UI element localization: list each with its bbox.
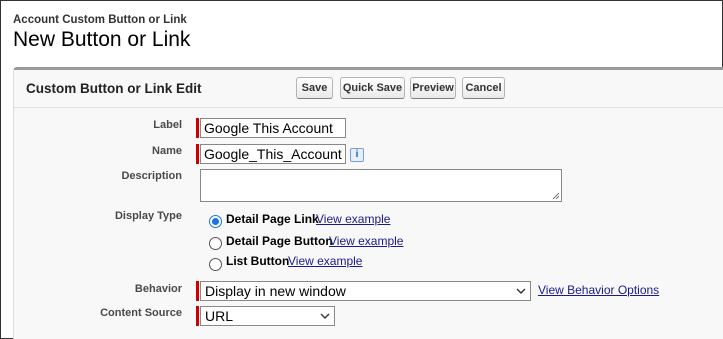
page-title: New Button or Link: [13, 28, 191, 51]
chevron-down-icon: [320, 313, 330, 319]
radio-detail-page-link[interactable]: [209, 215, 222, 228]
view-behavior-options-link[interactable]: View Behavior Options: [538, 283, 659, 297]
content-source-select[interactable]: URL: [200, 306, 335, 326]
radio-detail-page-button[interactable]: [209, 237, 222, 250]
description-field-label: Description: [121, 170, 182, 182]
option-label: Detail Page Button: [226, 234, 333, 248]
label-input[interactable]: [200, 118, 346, 138]
resize-grip-icon[interactable]: [552, 192, 560, 200]
name-input[interactable]: [200, 144, 346, 164]
page-subtitle: Account Custom Button or Link: [13, 14, 187, 26]
description-textarea[interactable]: [200, 169, 562, 202]
view-example-link[interactable]: View example: [288, 254, 362, 268]
panel-title: Custom Button or Link Edit: [26, 81, 202, 96]
option-label: List Button: [226, 254, 290, 268]
chevron-down-icon: [516, 288, 526, 294]
view-example-link[interactable]: View example: [316, 212, 390, 226]
cancel-button[interactable]: Cancel: [462, 77, 505, 99]
page-header: Account Custom Button or Link New Button…: [13, 14, 190, 52]
radio-list-button[interactable]: [209, 258, 222, 271]
required-marker: [196, 306, 199, 326]
view-example-link[interactable]: View example: [329, 234, 403, 248]
quick-save-button[interactable]: Quick Save: [340, 77, 405, 99]
preview-button[interactable]: Preview: [410, 77, 456, 99]
required-marker: [196, 281, 199, 301]
label-field-label: Label: [153, 119, 182, 131]
edit-panel: Custom Button or Link Edit Save Quick Sa…: [13, 67, 723, 339]
required-marker: [196, 118, 199, 138]
option-label: Detail Page Link: [226, 212, 319, 226]
content-source-select-value: URL: [205, 308, 234, 324]
info-icon[interactable]: i: [350, 148, 364, 162]
behavior-select-value: Display in new window: [205, 283, 346, 299]
content-source-field-label: Content Source: [100, 307, 182, 319]
behavior-select[interactable]: Display in new window: [200, 281, 531, 301]
behavior-field-label: Behavior: [134, 283, 182, 295]
save-button[interactable]: Save: [296, 77, 333, 99]
required-marker: [196, 144, 199, 164]
panel-header: Custom Button or Link Edit Save Quick Sa…: [14, 70, 723, 108]
display-type-field-label: Display Type: [114, 210, 182, 222]
name-field-label: Name: [152, 145, 182, 157]
